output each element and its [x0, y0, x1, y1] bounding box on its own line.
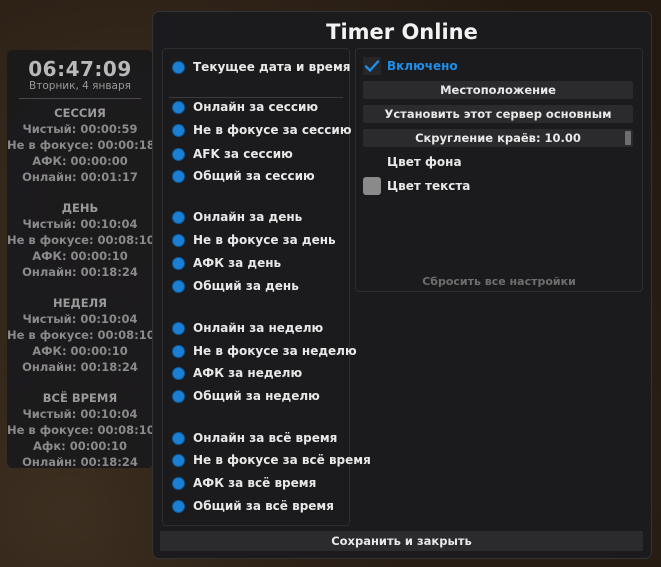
stats-divider	[19, 98, 141, 99]
radio-icon	[172, 169, 185, 183]
radio-icon	[172, 210, 185, 224]
section-title: НЕДЕЛЯ	[53, 296, 107, 310]
option-label: Не в фокусе за сессию	[193, 123, 352, 137]
option-current-datetime[interactable]: Текущее дата и время	[172, 58, 350, 76]
stat-line: АФК: 00:00:00	[32, 154, 128, 168]
enabled-checkbox[interactable]: Включено	[363, 57, 458, 75]
stat-line: Онлайн: 00:18:24	[22, 265, 138, 279]
date-label: Вторник, 4 января	[29, 80, 131, 92]
set-main-server-button[interactable]: Установить этот сервер основным	[363, 105, 633, 123]
checkmark-icon	[363, 57, 381, 75]
bg-color-label: Цвет фона	[387, 155, 462, 169]
option-total-day[interactable]: Общий за день	[172, 277, 299, 295]
radio-icon	[172, 476, 185, 490]
timer-online-window: Timer Online Текущее дата и время Онлайн…	[152, 11, 652, 559]
option-label: Не в фокусе за день	[193, 233, 336, 247]
radio-icon	[172, 233, 185, 247]
section-title: ВСЁ ВРЕМЯ	[42, 391, 118, 405]
option-label: Онлайн за неделю	[193, 321, 324, 335]
rounding-slider[interactable]: Скругление краёв: 10.00	[363, 129, 633, 147]
radio-icon	[172, 60, 185, 74]
text-color-label: Цвет текста	[387, 179, 471, 193]
window-title: Timer Online	[326, 20, 478, 44]
radio-icon	[172, 123, 185, 137]
bg-color-picker[interactable]: Цвет фона	[363, 153, 462, 171]
option-online-day[interactable]: Онлайн за день	[172, 208, 302, 226]
radio-icon	[172, 147, 185, 161]
reset-settings-button[interactable]: Сбросить все настройки	[356, 275, 642, 288]
settings-panel: Включено Местоположение Установить этот …	[355, 48, 643, 292]
stat-line: Афк: 00:00:10	[33, 439, 127, 453]
option-unfocused-week[interactable]: Не в фокусе за неделю	[172, 342, 357, 360]
bg-color-swatch[interactable]	[363, 153, 381, 171]
radio-icon	[172, 100, 185, 114]
stat-line: Чистый: 00:10:04	[22, 407, 138, 421]
text-color-picker[interactable]: Цвет текста	[363, 177, 470, 195]
option-afk-all-time[interactable]: АФК за всё время	[172, 474, 316, 492]
option-label: АФК за день	[193, 256, 282, 270]
stat-line: Не в фокусе: 00:08:10	[7, 233, 155, 247]
option-label: Не в фокусе за неделю	[193, 344, 357, 358]
section-title: ДЕНЬ	[61, 201, 99, 215]
radio-icon	[172, 256, 185, 270]
option-total-session[interactable]: Общий за сессию	[172, 167, 315, 185]
radio-icon	[172, 499, 185, 513]
radio-icon	[172, 453, 185, 467]
enabled-label: Включено	[387, 59, 458, 73]
option-total-all-time[interactable]: Общий за всё время	[172, 497, 334, 515]
option-online-session[interactable]: Онлайн за сессию	[172, 98, 318, 116]
option-total-week[interactable]: Общий за неделю	[172, 387, 320, 405]
option-label: Общий за всё время	[193, 499, 334, 513]
clock: 06:47:09	[28, 57, 132, 81]
option-online-all-time[interactable]: Онлайн за всё время	[172, 429, 337, 447]
stat-line: Онлайн: 00:18:24	[22, 360, 138, 374]
option-label: AFK за сессию	[193, 147, 293, 161]
stat-line: Чистый: 00:10:04	[22, 312, 138, 326]
section-title: СЕССИЯ	[54, 106, 106, 120]
stat-line: Не в фокусе: 00:00:18	[7, 138, 155, 152]
option-label: Онлайн за день	[193, 210, 303, 224]
option-unfocused-all-time[interactable]: Не в фокусе за всё время	[172, 451, 371, 469]
options-list: Текущее дата и время Онлайн за сессию Не…	[162, 48, 371, 526]
stat-line: Не в фокусе: 00:08:10	[7, 328, 155, 342]
stats-section-all-time: ВСЁ ВРЕМЯ Чистый: 00:10:04 Не в фокусе: …	[7, 391, 155, 470]
radio-icon	[172, 366, 185, 380]
option-afk-day[interactable]: АФК за день	[172, 254, 281, 272]
slider-handle[interactable]	[625, 131, 631, 145]
option-afk-week[interactable]: АФК за неделю	[172, 364, 302, 382]
stat-line: Онлайн: 00:01:17	[22, 170, 138, 184]
option-label: Общий за неделю	[193, 389, 320, 403]
option-label: Общий за день	[193, 279, 299, 293]
radio-icon	[172, 344, 185, 358]
radio-icon	[172, 321, 185, 335]
stat-line: АФК: 00:00:10	[32, 344, 128, 358]
stat-line: Не в фокусе: 00:08:10	[7, 423, 155, 437]
option-label: АФК за неделю	[193, 366, 303, 380]
stats-section-session: СЕССИЯ Чистый: 00:00:59 Не в фокусе: 00:…	[7, 106, 155, 185]
text-color-swatch[interactable]	[363, 177, 381, 195]
radio-icon	[172, 279, 185, 293]
stat-line: Чистый: 00:00:59	[22, 122, 138, 136]
radio-icon	[172, 389, 185, 403]
option-label: АФК за всё время	[193, 476, 317, 490]
rounding-slider-label: Скругление краёв: 10.00	[415, 131, 581, 145]
option-label: Общий за сессию	[193, 169, 315, 183]
option-label: Не в фокусе за всё время	[193, 453, 371, 467]
option-online-week[interactable]: Онлайн за неделю	[172, 319, 323, 337]
stat-line: Онлайн: 00:18:24	[22, 455, 138, 469]
radio-icon	[172, 431, 185, 445]
option-label: Онлайн за сессию	[193, 100, 319, 114]
stats-section-week: НЕДЕЛЯ Чистый: 00:10:04 Не в фокусе: 00:…	[7, 296, 155, 375]
stats-panel: 06:47:09 Вторник, 4 января СЕССИЯ Чистый…	[7, 50, 155, 470]
option-afk-session[interactable]: AFK за сессию	[172, 145, 293, 163]
option-unfocused-session[interactable]: Не в фокусе за сессию	[172, 121, 351, 139]
option-label: Онлайн за всё время	[193, 431, 338, 445]
location-button[interactable]: Местоположение	[363, 81, 633, 99]
save-and-close-button[interactable]: Сохранить и закрыть	[160, 531, 643, 551]
stat-line: Чистый: 00:10:04	[22, 217, 138, 231]
option-label: Текущее дата и время	[193, 60, 351, 74]
option-unfocused-day[interactable]: Не в фокусе за день	[172, 231, 336, 249]
stats-section-day: ДЕНЬ Чистый: 00:10:04 Не в фокусе: 00:08…	[7, 201, 155, 280]
stat-line: АФК: 00:00:10	[32, 249, 128, 263]
